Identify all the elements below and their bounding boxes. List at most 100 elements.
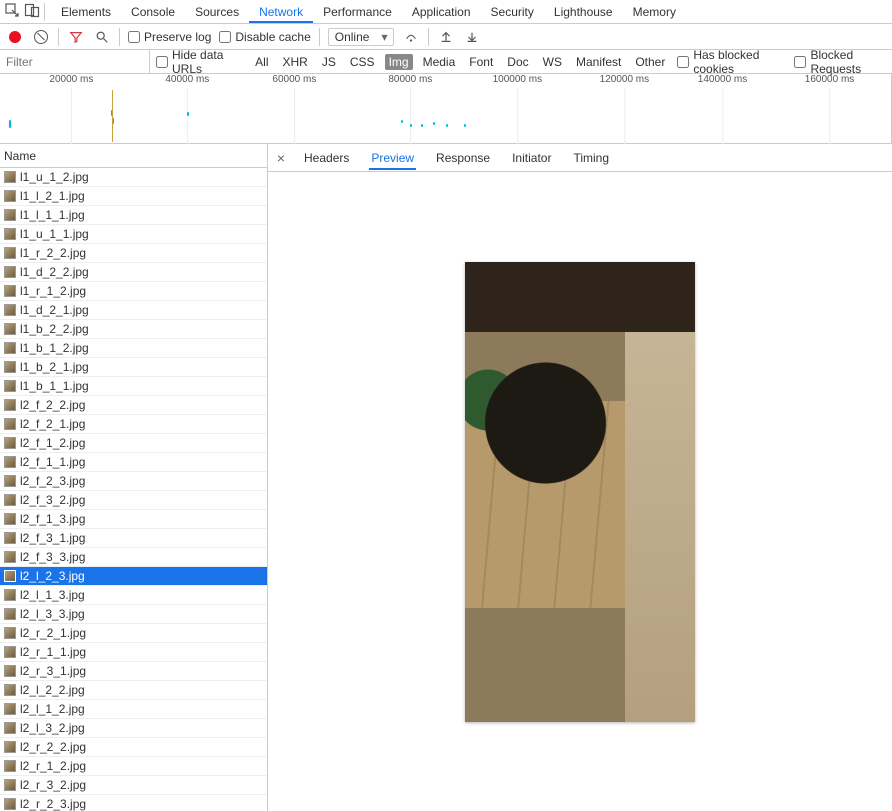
request-row[interactable]: l2_f_3_3.jpg — [0, 548, 267, 567]
request-row[interactable]: l1_b_1_1.jpg — [0, 377, 267, 396]
detail-tab-timing[interactable]: Timing — [571, 146, 611, 170]
request-row[interactable]: l2_r_1_2.jpg — [0, 757, 267, 776]
request-row[interactable]: l2_l_3_3.jpg — [0, 605, 267, 624]
filter-input[interactable] — [0, 50, 150, 73]
tab-memory[interactable]: Memory — [623, 1, 686, 23]
request-row[interactable]: l2_f_2_3.jpg — [0, 472, 267, 491]
request-name: l1_b_1_2.jpg — [20, 341, 89, 355]
disable-cache-checkbox[interactable]: Disable cache — [219, 30, 310, 44]
request-row[interactable]: l2_l_3_2.jpg — [0, 719, 267, 738]
request-name: l1_u_1_1.jpg — [20, 227, 89, 241]
request-row[interactable]: l2_l_1_3.jpg — [0, 586, 267, 605]
file-thumb-icon — [4, 494, 16, 506]
request-row[interactable]: l1_l_2_1.jpg — [0, 187, 267, 206]
devtools-tabstrip: ElementsConsoleSourcesNetworkPerformance… — [0, 0, 892, 24]
preserve-log-checkbox[interactable]: Preserve log — [128, 30, 211, 44]
preserve-log-label: Preserve log — [144, 30, 211, 44]
device-toggle-icon[interactable] — [24, 2, 40, 21]
file-thumb-icon — [4, 190, 16, 202]
request-row[interactable]: l2_r_1_1.jpg — [0, 643, 267, 662]
file-thumb-icon — [4, 608, 16, 620]
request-name: l2_r_2_1.jpg — [20, 626, 86, 640]
filter-type-all[interactable]: All — [251, 54, 272, 70]
tab-performance[interactable]: Performance — [313, 1, 402, 23]
file-thumb-icon — [4, 323, 16, 335]
request-row[interactable]: l1_u_1_2.jpg — [0, 168, 267, 187]
file-thumb-icon — [4, 228, 16, 240]
close-icon[interactable]: × — [274, 150, 288, 166]
detail-tab-initiator[interactable]: Initiator — [510, 146, 553, 170]
request-row[interactable]: l2_r_2_2.jpg — [0, 738, 267, 757]
request-row[interactable]: l1_d_2_1.jpg — [0, 301, 267, 320]
request-name: l1_u_1_2.jpg — [20, 170, 89, 184]
import-har-icon[interactable] — [437, 28, 455, 46]
tab-elements[interactable]: Elements — [51, 1, 121, 23]
detail-tab-preview[interactable]: Preview — [369, 146, 416, 170]
filter-type-img[interactable]: Img — [385, 54, 413, 70]
request-row[interactable]: l1_l_1_1.jpg — [0, 206, 267, 225]
record-button[interactable] — [6, 28, 24, 46]
filter-type-font[interactable]: Font — [465, 54, 497, 70]
filter-type-ws[interactable]: WS — [539, 54, 566, 70]
timeline-overview[interactable]: 20000 ms40000 ms60000 ms80000 ms100000 m… — [0, 74, 892, 144]
request-row[interactable]: l2_r_2_1.jpg — [0, 624, 267, 643]
preview-image — [465, 262, 695, 722]
request-row[interactable]: l1_r_1_2.jpg — [0, 282, 267, 301]
filter-type-media[interactable]: Media — [419, 54, 460, 70]
detail-tab-headers[interactable]: Headers — [302, 146, 351, 170]
filter-icon[interactable] — [67, 28, 85, 46]
timeline-tick: 60000 ms — [272, 74, 316, 85]
tab-console[interactable]: Console — [121, 1, 185, 23]
request-row[interactable]: l2_f_1_1.jpg — [0, 453, 267, 472]
tab-application[interactable]: Application — [402, 1, 481, 23]
request-row[interactable]: l2_l_2_3.jpg — [0, 567, 267, 586]
export-har-icon[interactable] — [463, 28, 481, 46]
request-row[interactable]: l2_r_3_2.jpg — [0, 776, 267, 795]
tab-sources[interactable]: Sources — [185, 1, 249, 23]
request-row[interactable]: l2_f_3_1.jpg — [0, 529, 267, 548]
filter-type-other[interactable]: Other — [631, 54, 669, 70]
divider — [119, 28, 120, 46]
file-thumb-icon — [4, 209, 16, 221]
clear-button[interactable] — [32, 28, 50, 46]
request-row[interactable]: l2_f_3_2.jpg — [0, 491, 267, 510]
tab-lighthouse[interactable]: Lighthouse — [544, 1, 623, 23]
detail-tab-response[interactable]: Response — [434, 146, 492, 170]
inspect-icon[interactable] — [4, 2, 20, 21]
tab-network[interactable]: Network — [249, 1, 313, 23]
filter-type-manifest[interactable]: Manifest — [572, 54, 625, 70]
request-name: l2_l_1_2.jpg — [20, 702, 85, 716]
request-list-header[interactable]: Name — [0, 144, 267, 168]
hide-data-urls-checkbox[interactable]: Hide data URLs — [156, 48, 243, 76]
request-row[interactable]: l2_f_1_3.jpg — [0, 510, 267, 529]
file-thumb-icon — [4, 570, 16, 582]
request-row[interactable]: l1_d_2_2.jpg — [0, 263, 267, 282]
throttling-select[interactable]: Online ▾ — [328, 28, 395, 46]
request-row[interactable]: l2_r_3_1.jpg — [0, 662, 267, 681]
filter-type-doc[interactable]: Doc — [503, 54, 532, 70]
request-row[interactable]: l1_b_2_2.jpg — [0, 320, 267, 339]
filter-type-xhr[interactable]: XHR — [279, 54, 312, 70]
has-blocked-cookies-checkbox[interactable]: Has blocked cookies — [677, 48, 786, 76]
timeline-cursor[interactable] — [112, 90, 113, 142]
request-name: l1_b_2_1.jpg — [20, 360, 89, 374]
request-row[interactable]: l2_f_1_2.jpg — [0, 434, 267, 453]
request-row[interactable]: l2_l_2_2.jpg — [0, 681, 267, 700]
request-row[interactable]: l2_r_2_3.jpg — [0, 795, 267, 811]
file-thumb-icon — [4, 741, 16, 753]
request-row[interactable]: l1_r_2_2.jpg — [0, 244, 267, 263]
request-row[interactable]: l2_f_2_2.jpg — [0, 396, 267, 415]
request-row[interactable]: l2_f_2_1.jpg — [0, 415, 267, 434]
request-row[interactable]: l1_b_2_1.jpg — [0, 358, 267, 377]
request-row[interactable]: l2_l_1_2.jpg — [0, 700, 267, 719]
search-icon[interactable] — [93, 28, 111, 46]
blocked-requests-checkbox[interactable]: Blocked Requests — [794, 48, 892, 76]
network-conditions-icon[interactable] — [402, 28, 420, 46]
filter-type-css[interactable]: CSS — [346, 54, 379, 70]
request-row[interactable]: l1_u_1_1.jpg — [0, 225, 267, 244]
request-row[interactable]: l1_b_1_2.jpg — [0, 339, 267, 358]
timeline-mark — [187, 112, 189, 116]
tab-security[interactable]: Security — [481, 1, 544, 23]
filter-type-js[interactable]: JS — [318, 54, 340, 70]
timeline-tick: 80000 ms — [388, 74, 432, 85]
